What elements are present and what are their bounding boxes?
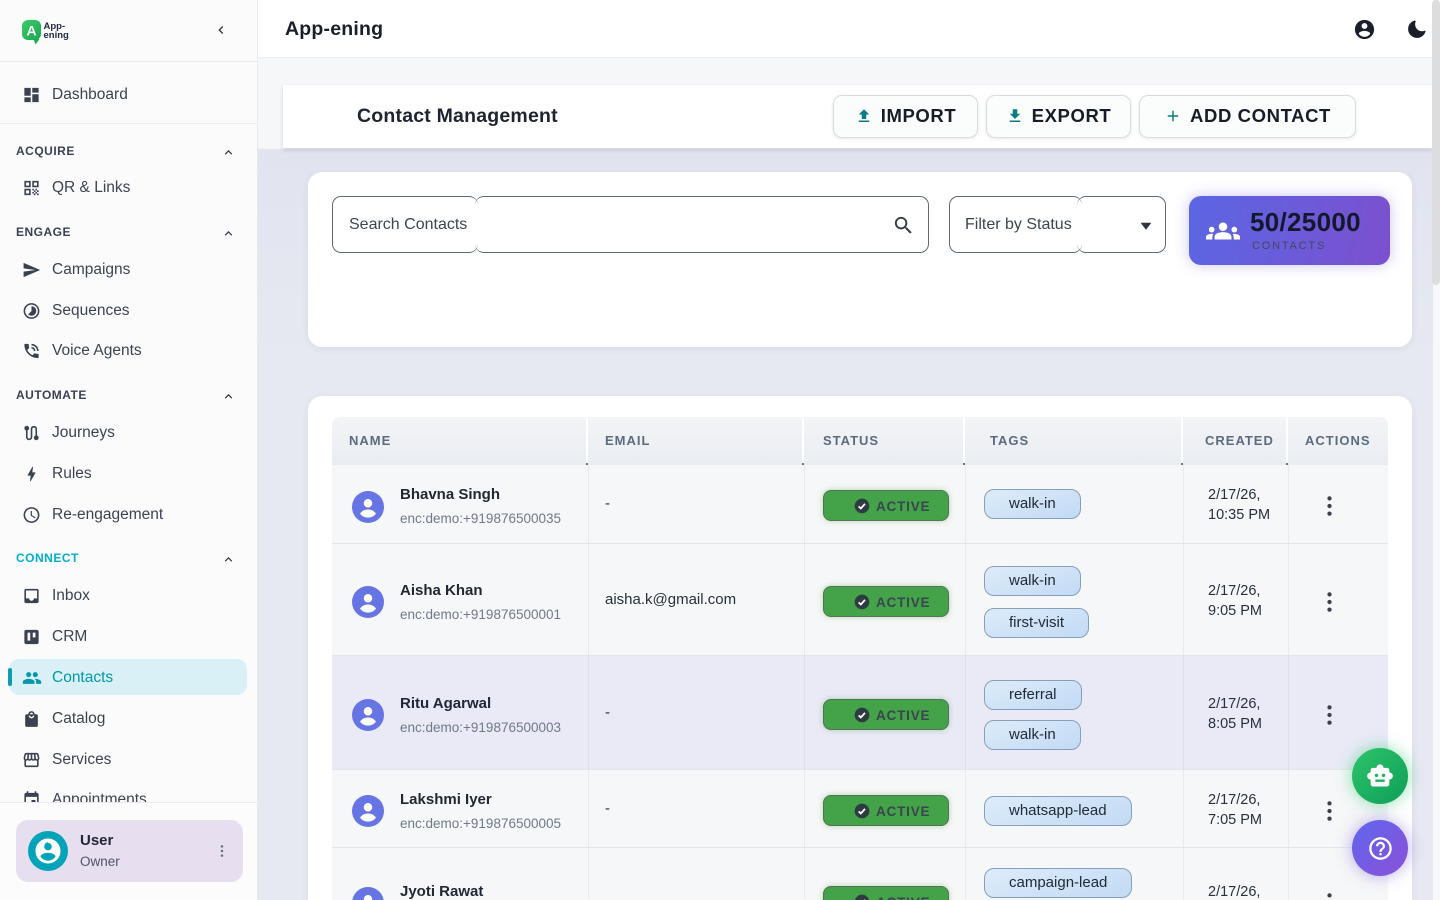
svg-text:A: A bbox=[26, 23, 36, 39]
